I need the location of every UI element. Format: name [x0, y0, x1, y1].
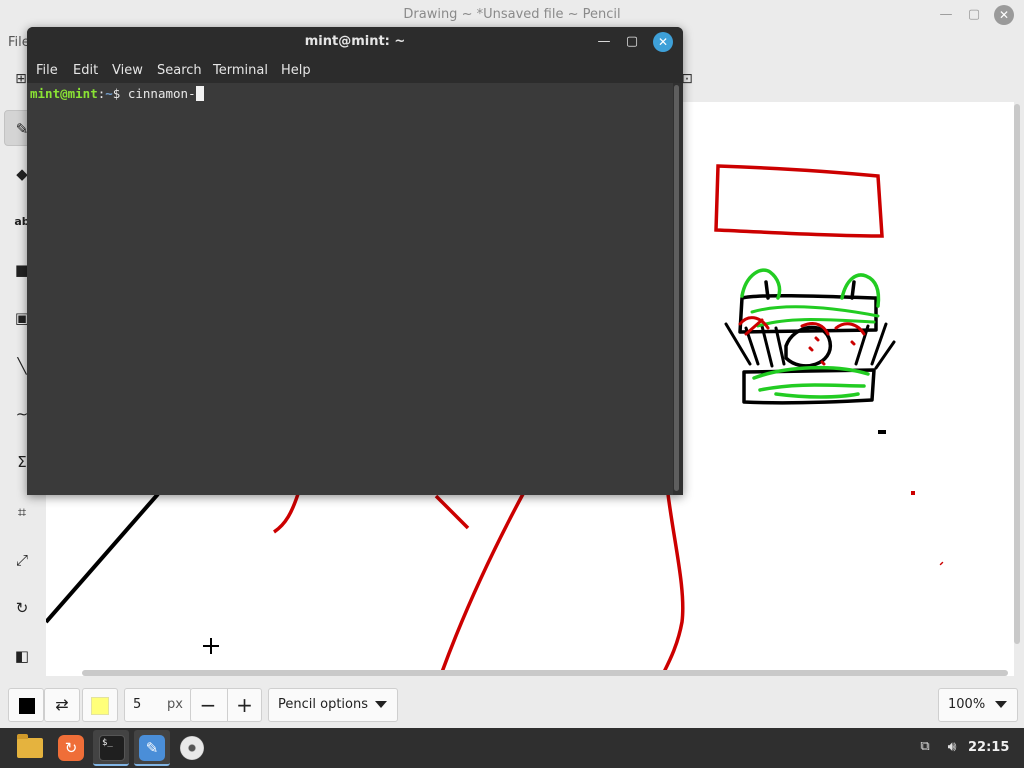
red-stroke-3	[440, 493, 525, 673]
terminal-menubar: File Edit View Search Terminal Help	[27, 57, 683, 83]
swap-colors-icon: ⇄	[55, 695, 69, 714]
crop-icon[interactable]: ⌗	[4, 494, 40, 530]
menu-help[interactable]: Help	[281, 63, 311, 78]
tool-size-input[interactable]	[133, 697, 163, 712]
menu-view[interactable]: View	[112, 63, 143, 78]
app-titlebar: Drawing ~ *Unsaved file ~ Pencil — ▢ ✕	[0, 0, 1024, 30]
filters-icon[interactable]: ◧	[4, 638, 40, 674]
doodle-figure	[724, 268, 896, 405]
files-launcher[interactable]	[12, 730, 48, 766]
crosshair-cursor-icon	[203, 638, 219, 654]
minimize-icon[interactable]: —	[595, 33, 613, 51]
disc-icon	[180, 736, 204, 760]
secondary-color-button[interactable]	[82, 688, 118, 722]
vertical-scrollbar[interactable]	[1014, 104, 1020, 644]
prompt-user: mint@mint	[30, 86, 98, 101]
menu-file[interactable]: File	[36, 63, 58, 78]
tool-options-menu-button[interactable]: Pencil options	[268, 688, 398, 722]
terminal-icon: $_	[99, 735, 125, 761]
red-rectangle	[714, 164, 884, 238]
clock[interactable]: 22:15	[968, 740, 1009, 755]
chevron-down-icon	[375, 701, 387, 708]
red-dot-2	[939, 561, 944, 566]
size-stepper: − +	[190, 688, 262, 722]
terminal-launcher[interactable]: $_	[93, 730, 129, 766]
decrease-size-button[interactable]: −	[191, 689, 225, 721]
increase-size-button[interactable]: +	[227, 689, 261, 721]
secondary-color-swatch	[91, 697, 109, 715]
drawing-app-icon: ✎	[139, 735, 165, 761]
update-icon: ↻	[58, 735, 84, 761]
close-icon[interactable]: ✕	[653, 32, 673, 52]
terminal-scrollbar[interactable]	[674, 85, 679, 491]
main-color-button[interactable]	[8, 688, 44, 722]
zoom-level-label: 100%	[948, 697, 986, 712]
text-cursor	[195, 86, 204, 101]
prompt-path: ~	[105, 86, 113, 101]
terminal-output[interactable]: mint@mint:~$ cinnamon-	[27, 83, 673, 495]
folder-icon	[17, 734, 43, 758]
terminal-titlebar[interactable]: mint@mint: ~ — ▢ ✕	[27, 27, 683, 57]
red-stroke-2	[434, 494, 470, 530]
red-stroke-4	[662, 493, 685, 673]
menu-terminal[interactable]: Terminal	[213, 63, 268, 78]
disc-launcher[interactable]	[174, 730, 210, 766]
tool-size-unit: px	[167, 697, 183, 712]
typed-command: cinnamon-	[127, 86, 196, 101]
terminal-window: mint@mint: ~ — ▢ ✕ File Edit View Search…	[27, 27, 683, 495]
red-stroke-1	[272, 493, 300, 534]
maximize-icon[interactable]: ▢	[623, 33, 641, 51]
zoom-menu-button[interactable]: 100%	[938, 688, 1018, 722]
exchange-colors-button[interactable]: ⇄	[44, 688, 80, 722]
update-manager-launcher[interactable]: ↻	[52, 730, 88, 766]
minimize-icon[interactable]: —	[937, 6, 955, 24]
close-icon[interactable]: ✕	[994, 5, 1014, 25]
black-stroke-line	[46, 492, 160, 624]
tool-options-label: Pencil options	[278, 697, 368, 712]
app-window-title: Drawing ~ *Unsaved file ~ Pencil	[403, 7, 621, 22]
terminal-title: mint@mint: ~	[304, 34, 406, 49]
command-line: mint@mint:~$ cinnamon-	[30, 86, 204, 101]
drawing-launcher[interactable]: ✎	[134, 730, 170, 766]
options-bar: ⇄ px − + Pencil options 100%	[0, 682, 1024, 728]
rotate-icon[interactable]: ↻	[4, 590, 40, 626]
menu-edit[interactable]: Edit	[73, 63, 98, 78]
prompt-symbol: $	[112, 86, 128, 101]
network-icon[interactable]: ⧉	[916, 738, 934, 756]
scale-icon[interactable]: ⤢	[4, 542, 40, 578]
volume-icon[interactable]: 🔊︎	[942, 738, 962, 756]
main-color-swatch	[19, 698, 35, 714]
menu-search[interactable]: Search	[157, 63, 202, 78]
maximize-icon[interactable]: ▢	[965, 6, 983, 24]
chevron-down-icon	[995, 701, 1007, 708]
horizontal-scrollbar[interactable]	[82, 670, 1008, 676]
tool-size-field[interactable]: px	[124, 688, 192, 722]
taskbar: ↻ $_ ✎ ⧉ 🔊︎ 22:15	[0, 728, 1024, 768]
